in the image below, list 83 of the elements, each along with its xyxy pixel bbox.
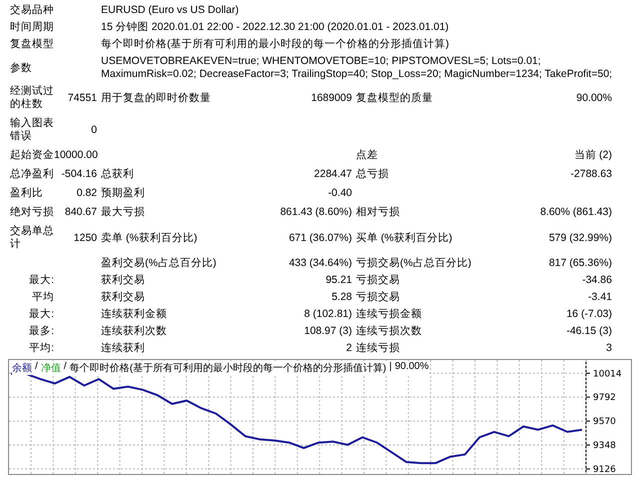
stat-label: 最大: <box>28 307 54 322</box>
stat-value: 671 (36.07%) <box>288 230 352 246</box>
field-label: 时间周期 <box>10 20 54 35</box>
stat-label: 平均 <box>31 290 54 305</box>
stat-label: 连续亏损次数 <box>355 324 423 339</box>
stat-label: 点差 <box>355 148 379 163</box>
stat-label: 相对亏损 <box>355 205 401 220</box>
stat-value: 1250 <box>72 230 97 246</box>
stat-label: 平均: <box>28 341 54 356</box>
stat-value: -46.15 (3) <box>565 324 612 339</box>
stat-label: 亏损交易(%占总百分比) <box>355 256 472 271</box>
field-label: 复盘模型 <box>10 37 54 52</box>
stat-value: -504.16 <box>60 167 97 182</box>
stat-value: 433 (34.64%) <box>288 256 352 271</box>
field-label: 参数 <box>10 60 33 76</box>
stat-label: 连续获利次数 <box>100 324 168 339</box>
field-label: 交易品种 <box>10 3 54 18</box>
stat-value: 5.28 <box>330 290 352 305</box>
stat-label: 复盘模型的质量 <box>355 90 434 106</box>
stat-label: 买单 (%获利百分比) <box>355 230 454 246</box>
stat-label: 总净盈利 <box>10 167 54 182</box>
stat-label: 交易单总计 <box>10 224 54 252</box>
stat-value: -0.40 <box>327 186 352 201</box>
stat-value: 2284.47 <box>313 167 352 182</box>
stat-value: 817 (65.36%) <box>548 256 612 271</box>
stat-label: 绝对亏损 <box>10 205 54 220</box>
field-value: 15 分钟图 2020.01.01 22:00 - 2022.12.30 21:00 (2020.01.01 - 2023.01.01) <box>100 20 450 35</box>
stat-value: 1689009 <box>310 90 352 106</box>
stat-label: 最大亏损 <box>100 205 146 220</box>
field-value: EURUSD (Euro vs US Dollar) <box>100 3 240 18</box>
stat-label: 获利交易 <box>100 273 146 288</box>
stat-value: 579 (32.99%) <box>548 230 612 246</box>
stat-value: 2 <box>345 341 352 356</box>
stat-label: 盈利交易(%占总百分比) <box>100 256 218 271</box>
stat-value: 3 <box>605 341 612 356</box>
stat-label: 起始资金 <box>10 148 54 163</box>
stat-label: 用于复盘的即时价数量 <box>100 90 212 106</box>
axis-label: 9126 <box>593 464 616 474</box>
stat-value: 861.43 (8.60%) <box>279 205 352 220</box>
stat-label: 最多: <box>28 324 54 339</box>
stat-label: 输入图表错误 <box>10 116 54 144</box>
field-value: USEMOVETOBREAKEVEN=true; WHENTOMOVETOBE=10; PIPSTOMOVESL=5; Lots=0.01; MaximumRisk=0.02; DecreaseFactor=3; TrailingStop=40; Stop_Loss=20; MagicNumber=1234; TakeProfit=50; <box>100 54 614 82</box>
stat-label: 总获利 <box>100 167 135 182</box>
stat-label: 预期盈利 <box>100 186 146 201</box>
legend-text: 每个即时价格(基于所有可利用的最小时段的每一个价格的分形插值计算) <box>70 362 386 375</box>
stat-label: 连续获利金额 <box>100 307 168 322</box>
stat-label: 亏损交易 <box>355 290 401 305</box>
axis-label: 9792 <box>593 393 616 404</box>
stat-value: 16 (-7.03) <box>565 307 612 322</box>
stat-value: 840.67 <box>64 205 97 220</box>
axis-label: 9570 <box>593 417 616 428</box>
stat-value: -2788.63 <box>570 167 612 182</box>
stat-label: 总亏损 <box>355 167 390 182</box>
stat-value: -3.41 <box>587 290 612 305</box>
stat-label: 盈利比 <box>10 186 44 201</box>
stat-label: 亏损交易 <box>355 273 401 288</box>
stat-label: 卖单 (%获利百分比) <box>100 230 198 246</box>
stat-value: 8.60% (861.43) <box>539 205 612 220</box>
stat-label: 经测试过的柱数 <box>10 84 54 112</box>
stat-label: 连续亏损 <box>355 341 401 356</box>
stat-label: 获利交易 <box>100 290 146 305</box>
field-value: 每个即时价格(基于所有可利用的最小时段的每一个价格的分形插值计算) <box>100 37 450 52</box>
legend-text: / <box>35 361 38 374</box>
stat-value: 0 <box>90 122 97 138</box>
stat-value: 90.00% <box>575 90 612 106</box>
stat-value: 74551 <box>66 90 97 106</box>
stat-value: 当前 (2) <box>573 148 612 163</box>
legend-text: 净值 <box>40 362 61 375</box>
stat-value: 0.82 <box>76 186 97 201</box>
legend-text: 余额 <box>12 362 32 375</box>
legend-text: 90.00% <box>394 361 429 374</box>
stat-label: 连续亏损金额 <box>355 307 423 322</box>
legend-text: | <box>389 361 392 374</box>
stat-value: 108.97 (3) <box>303 324 352 339</box>
stat-value: 10000.00 <box>54 148 97 163</box>
legend-text: / <box>64 361 67 374</box>
stat-value: -34.86 <box>581 273 612 288</box>
stat-label: 连续获利 <box>100 341 146 356</box>
axis-label: 9348 <box>593 441 616 452</box>
stat-value: 95.21 <box>324 273 352 288</box>
stat-value: 8 (102.81) <box>303 307 352 322</box>
axis-label: 10014 <box>593 369 622 380</box>
stat-label: 最大: <box>28 273 54 288</box>
